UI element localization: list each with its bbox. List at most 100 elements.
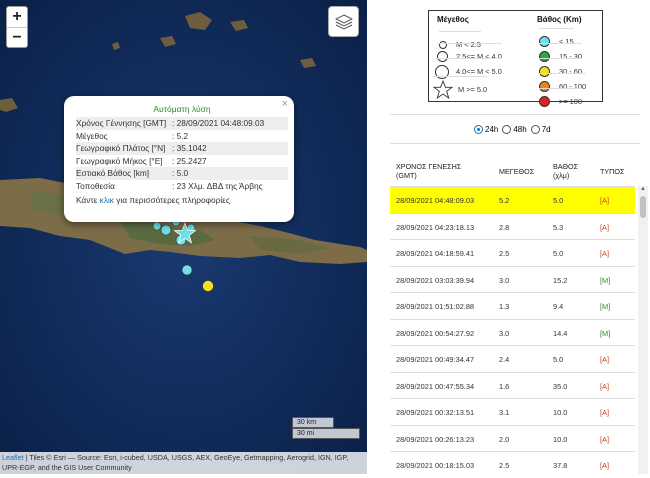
scale-mi: 30 mi: [292, 428, 360, 439]
cell-type: [M]: [600, 328, 611, 338]
legend-depth-item: >= 100: [539, 88, 583, 115]
col-time-header: ΧΡΟΝΟΣ ΓΕΝΕΣΗΣ (GMT): [396, 162, 461, 180]
earthquake-table: 28/09/2021 04:48:09.03 5.2 5.0 [A] 28/09/20…: [390, 186, 635, 478]
cell-mag: 3.0: [499, 328, 510, 338]
radio-checked-icon: [474, 125, 483, 134]
layers-icon: [334, 13, 353, 30]
header-text: (χλμ): [553, 171, 570, 180]
cell-time: 28/09/2021 03:03:39.94: [396, 275, 475, 285]
table-row[interactable]: 28/09/2021 04:48:09.03 5.2 5.0 [A]: [390, 186, 635, 213]
cell-time: 28/09/2021 00:54:27.92: [396, 328, 475, 338]
popup-more-text: Κάντε: [76, 195, 100, 205]
scrollbar-thumb[interactable]: [640, 196, 646, 218]
period-24h-radio[interactable]: 24h: [474, 125, 498, 134]
table-row[interactable]: 28/09/2021 04:18:59.41 2.5 5.0 [A]: [390, 239, 635, 266]
period-selector: 24h 48h 7d: [474, 125, 551, 134]
popup-row: Εστιακό Βάθος [km]: 5.0: [76, 167, 288, 180]
legend-mag-label: 4.0<= M < 5.0: [456, 67, 502, 77]
cell-type: [A]: [600, 381, 610, 391]
table-scrollbar[interactable]: ▲: [638, 186, 648, 474]
map-view[interactable]: + − × Αυτόματη λύση Χρόνος Γέννησης [GMT…: [0, 0, 367, 474]
zoom-in-button[interactable]: +: [7, 7, 27, 27]
cell-type: [M]: [600, 275, 611, 285]
cell-depth: 35.0: [553, 381, 568, 391]
period-48h-radio[interactable]: 48h: [502, 125, 527, 134]
popup-details-table: Χρόνος Γέννησης [GMT]: 28/09/2021 04:48:…: [76, 117, 288, 192]
cell-mag: 3.0: [499, 275, 510, 285]
layers-button[interactable]: [328, 6, 359, 37]
cell-mag: 5.2: [499, 196, 510, 205]
legend-magnitude-title: Μέγεθος: [437, 15, 469, 24]
legend-mag-item: M >= 5.0: [433, 76, 488, 103]
popup-value: : 5.0: [172, 167, 288, 180]
zoom-out-button[interactable]: −: [7, 27, 27, 47]
cell-depth: 5.0: [553, 249, 564, 258]
legend-depth-title: Βάθος (Km): [537, 15, 582, 24]
popup-value: : 35.1042: [172, 142, 288, 155]
cell-mag: 2.5: [499, 461, 510, 470]
quake-marker[interactable]: [202, 280, 214, 292]
popup-row: Χρόνος Γέννησης [GMT]: 28/09/2021 04:48:…: [76, 117, 288, 130]
table-row[interactable]: 28/09/2021 00:47:55.34 1.6 35.0 [A]: [390, 371, 635, 399]
table-row[interactable]: 28/09/2021 01:51:02.88 1.3 9.4 [M]: [390, 292, 635, 319]
cell-depth: 15.2: [553, 275, 568, 285]
quake-marker[interactable]: [181, 264, 193, 276]
popup-more-link[interactable]: κλικ: [100, 195, 114, 205]
cell-type: [A]: [600, 196, 610, 205]
cell-depth: 14.4: [553, 328, 568, 338]
cell-depth: 5.0: [553, 355, 564, 364]
header-text: ΧΡΟΝΟΣ ΓΕΝΕΣΗΣ: [396, 162, 462, 171]
table-row[interactable]: 28/09/2021 00:26:13.23 2.0 10.0 [A]: [390, 424, 635, 452]
legend-depth-label: >= 100: [559, 97, 583, 107]
period-label: 24h: [485, 125, 499, 134]
popup-row: Μέγεθος: 5.2: [76, 130, 288, 143]
cell-mag: 3.1: [499, 408, 510, 417]
radio-icon: [530, 125, 540, 134]
earthquake-markers: [152, 217, 214, 292]
leaflet-link[interactable]: Leaflet: [2, 453, 24, 462]
scroll-up-icon[interactable]: ▲: [640, 186, 646, 192]
cell-mag: 2.0: [499, 434, 510, 444]
table-row[interactable]: 28/09/2021 04:23:18.13 2.8 5.3 [A]: [390, 212, 635, 240]
attribution-text: | Tiles © Esri — Source: Esri, i-cubed, …: [2, 453, 349, 472]
cell-time: 28/09/2021 04:48:09.03: [396, 196, 475, 205]
cell-depth: 5.3: [553, 222, 564, 232]
cell-time: 28/09/2021 00:26:13.23: [396, 434, 475, 444]
popup-value: : 23 Χλμ. ΔΒΔ της Άρβης: [172, 180, 263, 191]
quake-marker[interactable]: [152, 221, 162, 231]
popup-row: Τοποθεσία: 23 Χλμ. ΔΒΔ της Άρβης: [76, 180, 288, 193]
popup-key: Γεωγραφικό Πλάτος [°N]: [76, 142, 172, 155]
quake-marker[interactable]: [160, 224, 172, 236]
popup-row: Γεωγραφικό Μήκος [°E] : 25.2427: [76, 155, 288, 168]
earthquake-popup: × Αυτόματη λύση Χρόνος Γέννησης [GMT]: 2…: [64, 96, 294, 222]
cell-type: [M]: [600, 302, 611, 311]
popup-key: Χρόνος Γέννησης [GMT]: [76, 117, 172, 130]
col-type-header: ΤΥΠΟΣ: [600, 167, 625, 176]
popup-close-button[interactable]: ×: [282, 98, 288, 110]
popup-value: : 25.2427: [172, 155, 207, 166]
map-attribution: Leaflet | Tiles © Esri — Source: Esri, i…: [0, 452, 367, 474]
cell-mag: 2.5: [499, 249, 510, 258]
table-row[interactable]: 28/09/2021 03:03:39.94 3.0 15.2 [M]: [390, 265, 635, 293]
cell-mag: 2.8: [499, 222, 510, 232]
cell-mag: 1.6: [499, 381, 510, 391]
col-mag-header: ΜΕΓΕΘΟΣ: [499, 167, 535, 176]
table-row[interactable]: 28/09/2021 00:54:27.92 3.0 14.4 [M]: [390, 318, 635, 346]
popup-key: Γεωγραφικό Μήκος [°E]: [76, 155, 163, 166]
table-row[interactable]: 28/09/2021 00:32:13.51 3.1 10.0 [A]: [390, 398, 635, 425]
zoom-control: + −: [6, 6, 28, 48]
radio-icon: [502, 125, 512, 134]
cell-depth: 37.8: [553, 461, 568, 470]
header-text: ΒΑΘΟΣ: [553, 162, 579, 171]
popup-title: Αυτόματη λύση: [153, 104, 211, 114]
cell-type: [A]: [600, 461, 610, 470]
popup-value: : 5.2: [172, 130, 189, 141]
cell-mag: 1.3: [499, 302, 510, 311]
cell-depth: 9.4: [553, 302, 564, 311]
cell-type: [A]: [600, 408, 610, 417]
period-label: 48h: [513, 125, 527, 134]
period-7d-radio[interactable]: 7d: [530, 125, 551, 134]
table-row[interactable]: 28/09/2021 00:49:34.47 2.4 5.0 [A]: [390, 345, 635, 372]
legend-mag-label: M >= 5.0: [458, 85, 488, 95]
popup-key: Εστιακό Βάθος [km]: [76, 167, 172, 180]
